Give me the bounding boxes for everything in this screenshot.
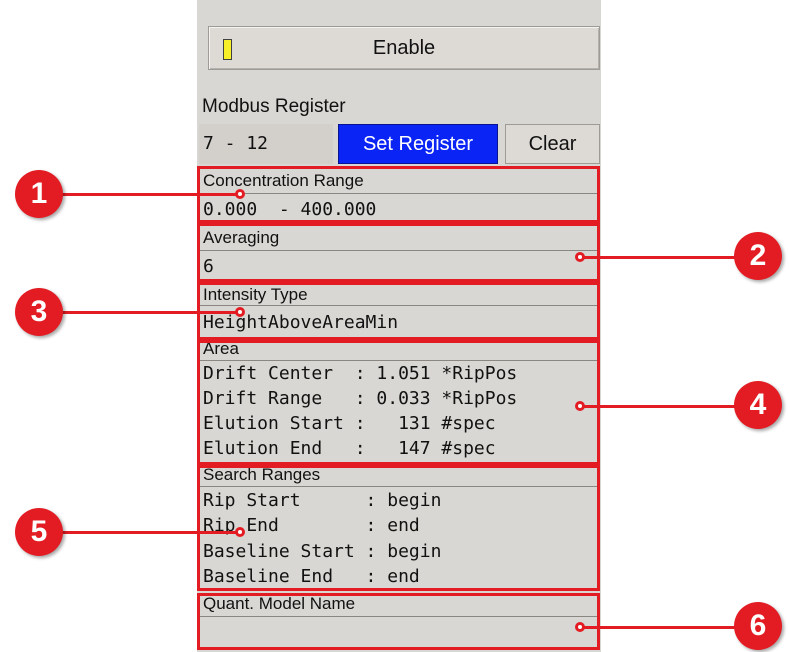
- callout-dot-1: [235, 189, 245, 199]
- callout-line-2: [580, 256, 745, 259]
- annotation-box-6: [197, 593, 600, 650]
- annotation-box-5: [197, 465, 600, 591]
- callout-badge-3: 3: [15, 288, 63, 336]
- enable-label: Enable: [372, 36, 436, 59]
- callout-badge-5: 5: [15, 508, 63, 556]
- callout-dot-3: [235, 307, 245, 317]
- callout-badge-2: 2: [734, 232, 782, 280]
- callout-line-3: [58, 311, 238, 314]
- annotation-box-1: [197, 166, 600, 223]
- annotation-box-2: [197, 223, 600, 282]
- callout-dot-6: [575, 622, 585, 632]
- set-register-button[interactable]: Set Register: [338, 124, 498, 164]
- clear-button[interactable]: Clear: [505, 124, 600, 164]
- callout-line-4: [580, 405, 745, 408]
- callout-badge-1: 1: [15, 170, 63, 218]
- callout-line-6: [580, 626, 745, 629]
- enable-indicator-led: [223, 39, 232, 60]
- callout-dot-4: [575, 401, 585, 411]
- callout-dot-5: [235, 527, 245, 537]
- callout-badge-4: 4: [734, 381, 782, 429]
- annotation-box-3: [197, 282, 600, 340]
- callout-line-1: [58, 193, 238, 196]
- callout-line-5: [58, 531, 238, 534]
- enable-button[interactable]: Enable: [208, 26, 600, 70]
- callout-badge-6: 6: [734, 602, 782, 650]
- modbus-register-field[interactable]: 7 - 12: [199, 124, 333, 164]
- annotation-box-4: [197, 340, 600, 465]
- callout-dot-2: [575, 252, 585, 262]
- modbus-register-label: Modbus Register: [202, 96, 346, 117]
